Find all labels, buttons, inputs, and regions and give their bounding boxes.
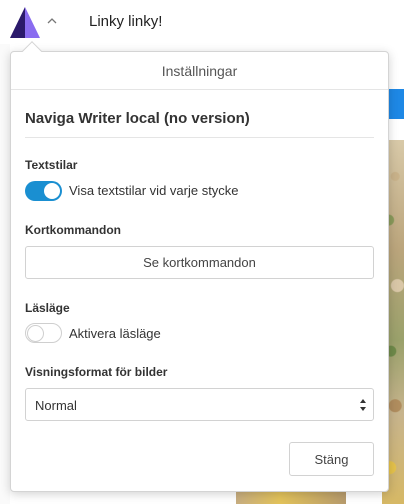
section-label-textstilar: Textstilar (25, 158, 78, 172)
shortcuts-button[interactable]: Se kortkommandon (25, 246, 374, 279)
close-button[interactable]: Stäng (289, 442, 374, 476)
image-format-value: Normal (35, 398, 77, 413)
toggle-knob (27, 325, 44, 342)
document-title: Linky linky! (89, 13, 163, 30)
naviga-logo-icon[interactable] (9, 6, 41, 39)
app-name: Naviga Writer local (no version) (25, 110, 250, 127)
laslage-toggle[interactable] (25, 323, 62, 343)
image-format-select[interactable]: Normal (25, 388, 374, 421)
section-label-visningsformat: Visningsformat för bilder (25, 365, 168, 379)
top-bar: Linky linky! (0, 0, 404, 44)
section-label-kortkommandon: Kortkommandon (25, 223, 121, 237)
divider (25, 137, 374, 138)
textstilar-toggle[interactable] (25, 181, 62, 201)
popover-title: Inställningar (11, 52, 388, 90)
chevron-up-icon[interactable] (47, 17, 57, 25)
settings-popover: Inställningar Naviga Writer local (no ve… (10, 51, 389, 492)
laslage-toggle-label: Aktivera läsläge (69, 326, 161, 341)
textstilar-toggle-label: Visa textstilar vid varje stycke (69, 183, 239, 198)
section-label-laslage: Läsläge (25, 301, 70, 315)
select-caret-icon (360, 399, 366, 411)
background-page (0, 44, 10, 504)
toggle-knob (44, 183, 60, 199)
